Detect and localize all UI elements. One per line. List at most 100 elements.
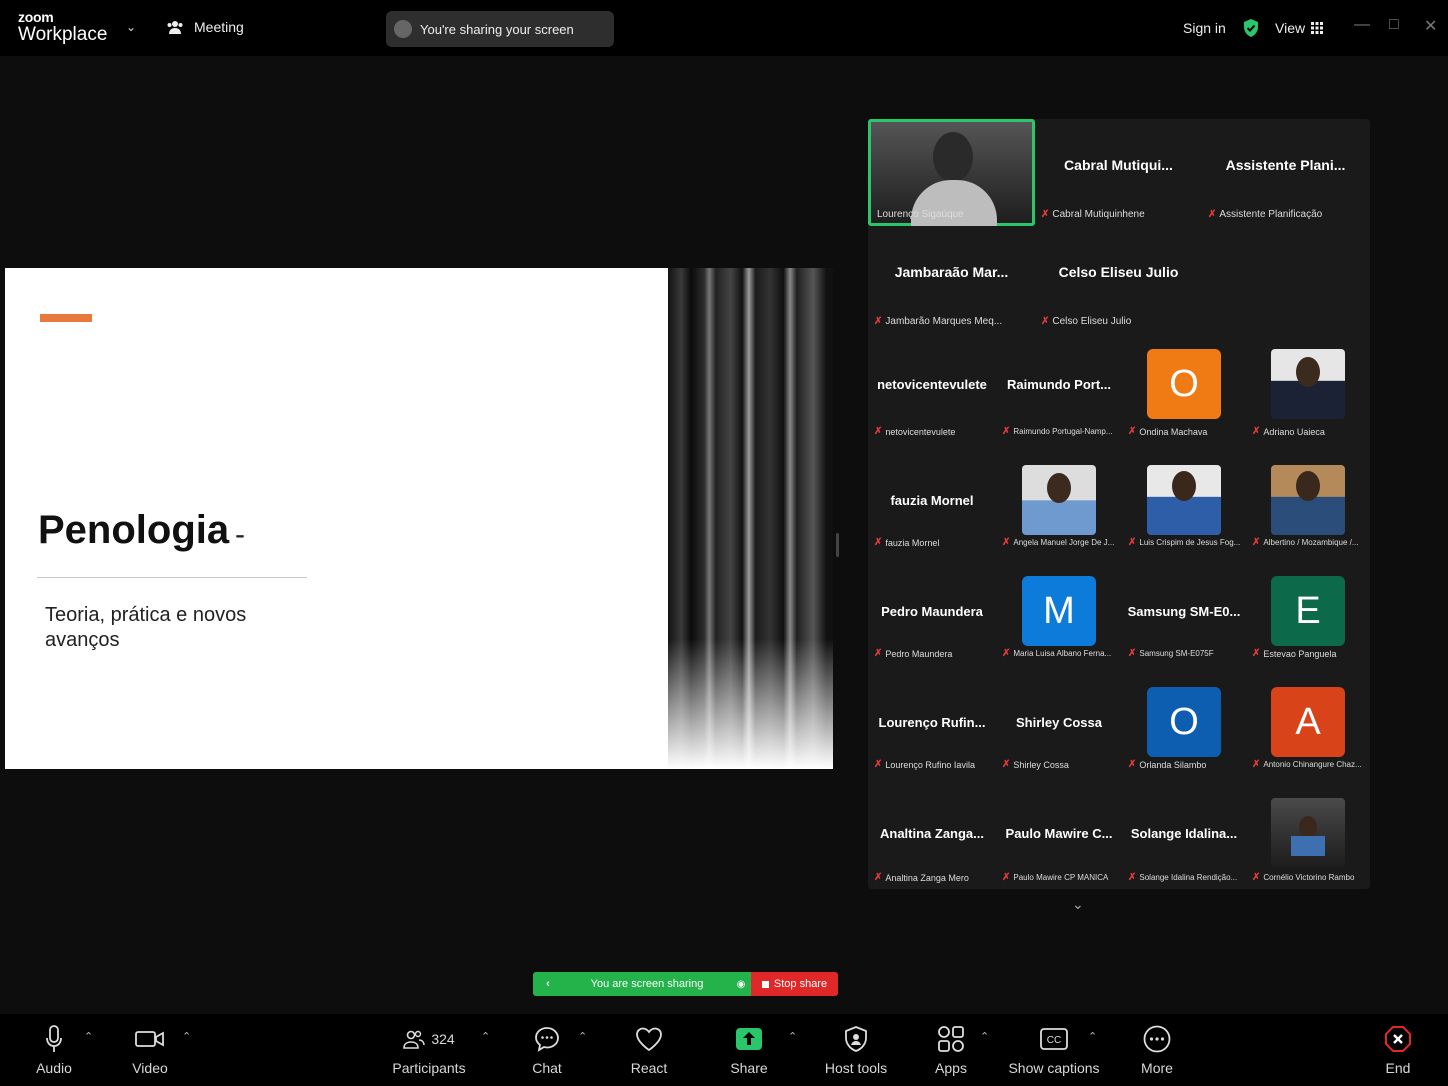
- sharing-status-pill[interactable]: You're sharing your screen: [386, 11, 614, 47]
- participant-tile[interactable]: E ✗ Estevao Panguela: [1246, 554, 1370, 665]
- react-button[interactable]: React: [626, 1024, 672, 1076]
- participant-tile[interactable]: Celso Eliseu Julio ✗ Celso Eliseu Julio: [1035, 226, 1202, 333]
- slide-prison-bars-image: [668, 268, 833, 769]
- stop-share-button[interactable]: Stop share: [751, 972, 838, 996]
- participant-name: Cabral Mutiqui...: [1064, 157, 1173, 173]
- participant-name: fauzia Mornel: [890, 493, 974, 508]
- apps-options-chevron-icon[interactable]: ⌃: [980, 1030, 989, 1043]
- participant-tile[interactable]: Analtina Zanga... ✗ Analtina Zanga Mero: [868, 776, 996, 889]
- mic-muted-icon: ✗: [874, 759, 883, 770]
- video-options-chevron-icon[interactable]: ⌃: [182, 1030, 191, 1043]
- chevron-down-icon[interactable]: ⌄: [126, 20, 136, 34]
- sign-in-link[interactable]: Sign in: [1183, 20, 1226, 36]
- participant-photo: [1271, 349, 1345, 419]
- participant-tile[interactable]: Raimundo Port... ✗ Raimundo Portugal-Namp…: [996, 333, 1122, 443]
- participant-tile[interactable]: O ✗ Orlanda Silambo: [1122, 665, 1246, 776]
- participant-tile[interactable]: ✗ Angela Manuel Jorge De J...: [996, 443, 1122, 554]
- participant-tile[interactable]: Paulo Mawire C... ✗ Paulo Mawire CP MANIC…: [996, 776, 1122, 889]
- close-icon[interactable]: ✕: [1424, 16, 1437, 36]
- mic-muted-icon: ✗: [1002, 648, 1011, 659]
- resize-handle[interactable]: [836, 533, 839, 557]
- participant-tile[interactable]: Lourenço Rufin... ✗ Lourenço Rufino Iavil…: [868, 665, 996, 776]
- participant-label: ✗ Assistente Planificação: [1208, 209, 1323, 220]
- meeting-info-button[interactable]: Meeting: [166, 19, 244, 35]
- participant-tile[interactable]: Jambaraão Mar... ✗ Jambarão Marques Meq..…: [868, 226, 1035, 333]
- participant-label: ✗ Analtina Zanga Mero: [874, 872, 969, 883]
- end-label: End: [1385, 1060, 1411, 1076]
- participant-label: ✗ Orlanda Silambo: [1128, 759, 1207, 770]
- gallery-next-page-chevron-icon[interactable]: ⌄: [1072, 896, 1084, 913]
- video-label: Video: [132, 1060, 168, 1076]
- participant-name: netovicentevulete: [877, 377, 987, 392]
- participant-tile[interactable]: ✗ Luis Crispim de Jesus Fog...: [1122, 443, 1246, 554]
- pause-icon[interactable]: ◉: [731, 979, 751, 990]
- participants-button[interactable]: 324 Participants: [392, 1024, 466, 1076]
- audio-label: Audio: [36, 1060, 72, 1076]
- participant-label: ✗ Samsung SM-E075F: [1128, 648, 1214, 659]
- captions-options-chevron-icon[interactable]: ⌃: [1088, 1030, 1097, 1043]
- mic-muted-icon: ✗: [1002, 537, 1011, 548]
- participant-tile[interactable]: Assistente Plani... ✗ Assistente Planific…: [1202, 119, 1369, 226]
- share-button[interactable]: Share: [726, 1024, 772, 1076]
- participant-tile[interactable]: A ✗ Antonio Chinangure Chaz...: [1246, 665, 1370, 776]
- show-captions-button[interactable]: CC Show captions: [1008, 1024, 1100, 1076]
- mic-muted-icon: ✗: [874, 316, 883, 327]
- show-captions-label: Show captions: [1008, 1060, 1100, 1076]
- closed-captions-icon: CC: [1040, 1028, 1068, 1050]
- host-tools-button[interactable]: Host tools: [822, 1024, 890, 1076]
- apps-label: Apps: [935, 1060, 967, 1076]
- screen-sharing-bar[interactable]: ‹ You are screen sharing ◉: [533, 972, 751, 996]
- slide-divider: [37, 577, 307, 578]
- apps-icon: [938, 1026, 964, 1052]
- slide-title-dash: -: [235, 518, 245, 551]
- view-button[interactable]: View: [1275, 20, 1324, 36]
- participant-tile[interactable]: ✗ Cornélio Victorino Rambo: [1246, 776, 1370, 889]
- participant-name: Assistente Plani...: [1225, 157, 1346, 173]
- mic-muted-icon: ✗: [874, 872, 883, 883]
- more-button[interactable]: More: [1134, 1024, 1180, 1076]
- participant-tile[interactable]: M ✗ Maria Luisa Albano Ferna...: [996, 554, 1122, 665]
- participant-label: ✗ Lourenço Rufino Iavila: [874, 759, 975, 770]
- participant-label: ✗ netovicentevulete: [874, 426, 956, 437]
- participant-name: Analtina Zanga...: [879, 826, 984, 841]
- mic-muted-icon: ✗: [1128, 537, 1137, 548]
- mic-muted-icon: ✗: [1128, 759, 1137, 770]
- mic-muted-icon: ✗: [1252, 426, 1261, 437]
- participant-tile[interactable]: Shirley Cossa ✗ Shirley Cossa: [996, 665, 1122, 776]
- more-options-icon: [1143, 1025, 1171, 1053]
- maximize-icon[interactable]: □: [1389, 16, 1399, 34]
- participant-initial-avatar: E: [1271, 576, 1345, 646]
- end-meeting-button[interactable]: End: [1376, 1024, 1420, 1076]
- participant-tile[interactable]: Lourenço Sigaúque: [868, 119, 1035, 226]
- minimize-icon[interactable]: —: [1354, 16, 1370, 34]
- participant-tile[interactable]: Cabral Mutiqui... ✗ Cabral Mutiquinhene: [1035, 119, 1202, 226]
- participant-tile[interactable]: Solange Idalina... ✗ Solange Idalina Rend…: [1122, 776, 1246, 889]
- participant-tile[interactable]: Samsung SM-E0... ✗ Samsung SM-E075F: [1122, 554, 1246, 665]
- mic-muted-icon: ✗: [1002, 872, 1011, 883]
- share-label: Share: [730, 1060, 768, 1076]
- chat-button[interactable]: Chat: [524, 1024, 570, 1076]
- apps-button[interactable]: Apps: [928, 1024, 974, 1076]
- mic-muted-icon: ✗: [874, 648, 883, 659]
- participant-tile[interactable]: Pedro Maundera ✗ Pedro Maundera: [868, 554, 996, 665]
- host-shield-icon: [845, 1026, 867, 1052]
- share-options-chevron-icon[interactable]: ⌃: [788, 1030, 797, 1043]
- participant-tile[interactable]: O ✗ Ondina Machava: [1122, 333, 1246, 443]
- participant-label: ✗ Angela Manuel Jorge De J...: [1002, 537, 1115, 548]
- chevron-left-icon[interactable]: ‹: [533, 978, 563, 990]
- audio-options-chevron-icon[interactable]: ⌃: [84, 1030, 93, 1043]
- participant-tile[interactable]: ✗ Adriano Uaieca: [1246, 333, 1370, 443]
- participant-tile[interactable]: netovicentevulete ✗ netovicentevulete: [868, 333, 996, 443]
- participant-count: 324: [431, 1031, 455, 1047]
- participant-initial-avatar: M: [1022, 576, 1096, 646]
- chat-options-chevron-icon[interactable]: ⌃: [578, 1030, 587, 1043]
- slide-subtitle: Teoria, prática e novos avanços: [45, 604, 247, 651]
- participant-tile[interactable]: fauzia Mornel ✗ fauzia Mornel: [868, 443, 996, 554]
- security-shield-icon[interactable]: [1242, 18, 1260, 43]
- video-button[interactable]: Video: [126, 1024, 174, 1076]
- mic-muted-icon: ✗: [1041, 316, 1050, 327]
- participants-options-chevron-icon[interactable]: ⌃: [481, 1030, 490, 1043]
- video-camera-icon: [135, 1031, 164, 1047]
- audio-button[interactable]: Audio: [30, 1024, 78, 1076]
- participant-tile[interactable]: ✗ Albertino / Mozambique /...: [1246, 443, 1370, 554]
